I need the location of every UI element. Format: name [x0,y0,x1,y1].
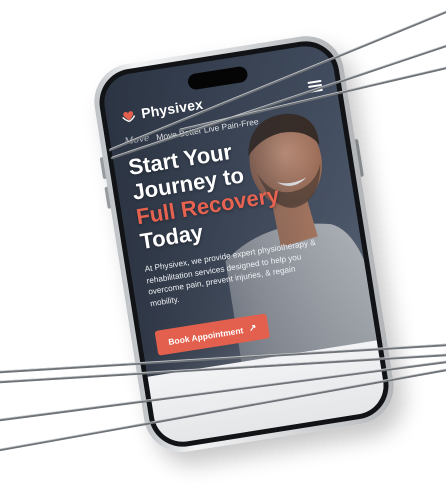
hamburger-menu-icon[interactable] [307,79,323,93]
phone-mockup: Physivex Move Move Better Live Pain-Free… [88,30,400,458]
arrow-up-right-icon: ↗ [248,322,258,334]
book-appointment-label: Book Appointment [167,324,244,347]
heart-hands-icon [122,111,136,123]
hero-content: Move Move Better Live Pain-Free Start Yo… [124,105,364,356]
hero-headline: Start Your Journey to Full Recovery Toda… [127,123,348,254]
mockup-scene: Physivex Move Move Better Live Pain-Free… [0,0,446,484]
